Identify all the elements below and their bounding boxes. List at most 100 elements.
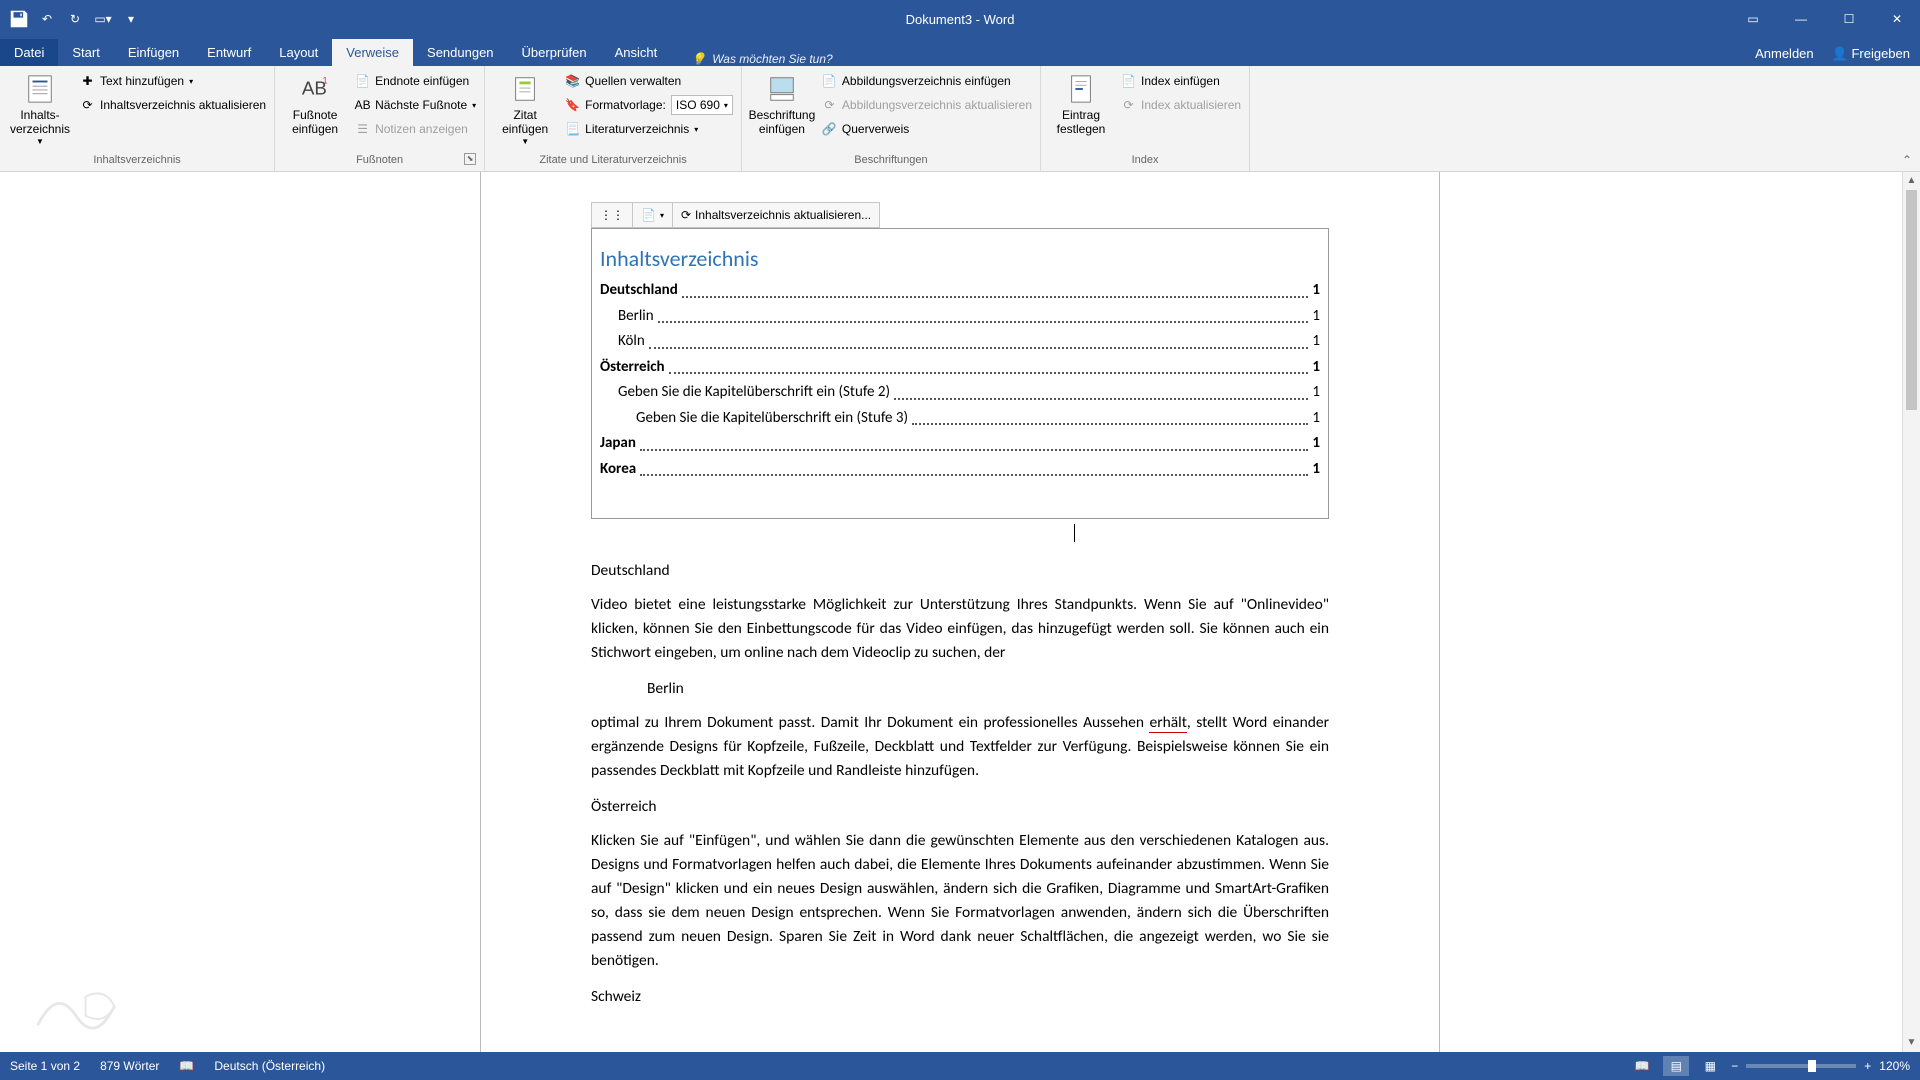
tell-me-search[interactable]: 💡 Was möchten Sie tun?: [691, 52, 832, 66]
toc-entry[interactable]: Österreich1: [600, 355, 1320, 381]
toc-entry[interactable]: Japan1: [600, 431, 1320, 457]
page-icon: 📄: [641, 208, 656, 222]
undo-icon[interactable]: ↶: [36, 8, 58, 30]
toc-entry[interactable]: Köln 1: [600, 329, 1320, 355]
document-page[interactable]: ⋮⋮ 📄▾ ⟳Inhaltsverzeichnis aktualisieren.…: [480, 172, 1440, 1052]
ribbon: Inhalts- verzeichnis ▼ ✚Text hinzufügen …: [0, 66, 1920, 172]
next-footnote-button[interactable]: ABNächste Fußnote ▾: [355, 94, 476, 116]
scroll-up-icon[interactable]: ▲: [1903, 172, 1920, 190]
toc-update-button[interactable]: ⟳Inhaltsverzeichnis aktualisieren...: [673, 203, 879, 227]
ribbon-tabs: Datei Start Einfügen Entwurf Layout Verw…: [0, 38, 1920, 66]
text-cursor: [1074, 524, 1075, 542]
toc-page-number: 1: [1312, 329, 1320, 355]
toc-leader: [912, 406, 1308, 426]
read-mode-button[interactable]: 📖: [1629, 1056, 1655, 1076]
sign-in-link[interactable]: Anmelden: [1755, 46, 1814, 62]
tab-view[interactable]: Ansicht: [601, 39, 672, 66]
add-text-button[interactable]: ✚Text hinzufügen ▾: [80, 70, 266, 92]
group-label: Index: [1049, 151, 1241, 169]
toc-entry-text: Köln: [618, 329, 645, 355]
paragraph: Video bietet eine leistungsstarke Möglic…: [591, 593, 1329, 665]
toc-content-control[interactable]: ⋮⋮ 📄▾ ⟳Inhaltsverzeichnis aktualisieren.…: [591, 228, 1329, 519]
proofing-icon[interactable]: 📖: [179, 1059, 194, 1073]
save-icon[interactable]: [8, 8, 30, 30]
citation-style-select[interactable]: 🔖Formatvorlage: ISO 690▾: [565, 94, 733, 116]
style-combo[interactable]: ISO 690▾: [671, 95, 733, 115]
document-body[interactable]: Deutschland Video bietet eine leistungss…: [591, 559, 1329, 1009]
minimize-button[interactable]: —: [1778, 0, 1824, 38]
scroll-down-icon[interactable]: ▼: [1903, 1034, 1920, 1052]
paragraph: optimal zu Ihrem Dokument passt. Damit I…: [591, 711, 1329, 783]
spelling-error[interactable]: erhält: [1149, 713, 1186, 733]
insert-footnote-button[interactable]: AB1 Fußnote einfügen: [283, 70, 347, 137]
tab-design[interactable]: Entwurf: [193, 39, 265, 66]
zoom-out-button[interactable]: −: [1731, 1059, 1738, 1073]
cross-reference-button[interactable]: 🔗Querverweis: [822, 118, 1032, 140]
crossref-icon: 🔗: [822, 122, 837, 137]
collapse-ribbon-icon[interactable]: ⌃: [1902, 153, 1912, 167]
language-indicator[interactable]: Deutsch (Österreich): [214, 1059, 325, 1073]
mark-entry-button[interactable]: Eintrag festlegen: [1049, 70, 1113, 137]
share-button[interactable]: 👤 Freigeben: [1832, 46, 1910, 62]
update-toc-button[interactable]: ⟳Inhaltsverzeichnis aktualisieren: [80, 94, 266, 116]
web-layout-button[interactable]: ▦: [1697, 1056, 1723, 1076]
word-count[interactable]: 879 Wörter: [100, 1059, 159, 1073]
title-bar: ↶ ↻ ▭▾ ▾ Dokument3 - Word ▭ — ☐ ✕: [0, 0, 1920, 38]
qat-more-icon[interactable]: ▾: [120, 8, 142, 30]
tab-references[interactable]: Verweise: [332, 39, 413, 66]
toc-entry[interactable]: Deutschland1: [600, 278, 1320, 304]
toc-button[interactable]: Inhalts- verzeichnis ▼: [8, 70, 72, 146]
tab-layout[interactable]: Layout: [265, 39, 332, 66]
toc-control-menu[interactable]: 📄▾: [633, 203, 673, 227]
dialog-launcher-icon[interactable]: ⬊: [464, 153, 476, 165]
toc-page-number: 1: [1312, 457, 1320, 483]
toc-page-number: 1: [1312, 406, 1320, 432]
toc-page-number: 1: [1312, 380, 1320, 406]
zoom-in-button[interactable]: +: [1864, 1059, 1871, 1073]
vertical-scrollbar[interactable]: ▲ ▼: [1902, 172, 1920, 1052]
toc-entry[interactable]: Geben Sie die Kapitelüberschrift ein (St…: [600, 406, 1320, 432]
manage-sources-button[interactable]: 📚Quellen verwalten: [565, 70, 733, 92]
caption-icon: [767, 74, 797, 104]
close-button[interactable]: ✕: [1874, 0, 1920, 38]
group-toc: Inhalts- verzeichnis ▼ ✚Text hinzufügen …: [0, 66, 275, 171]
tab-mailings[interactable]: Sendungen: [413, 39, 508, 66]
maximize-button[interactable]: ☐: [1826, 0, 1872, 38]
chevron-down-icon: ▾: [472, 101, 476, 110]
next-footnote-icon: AB: [355, 98, 370, 113]
update-index-button: ⟳Index aktualisieren: [1121, 94, 1241, 116]
group-label: Zitate und Literaturverzeichnis: [493, 151, 733, 169]
refresh-icon: ⟳: [681, 208, 691, 222]
insert-index-button[interactable]: 📄Index einfügen: [1121, 70, 1241, 92]
toc-leader: [640, 457, 1308, 477]
toc-entry[interactable]: Korea1: [600, 457, 1320, 483]
zoom-level[interactable]: 120%: [1879, 1059, 1910, 1073]
toc-entry[interactable]: Berlin1: [600, 304, 1320, 330]
toc-page-number: 1: [1312, 431, 1320, 457]
tab-insert[interactable]: Einfügen: [114, 39, 193, 66]
touch-mode-icon[interactable]: ▭▾: [92, 8, 114, 30]
bibliography-button[interactable]: 📃Literaturverzeichnis ▾: [565, 118, 733, 140]
toc-box: Inhaltsverzeichnis Deutschland1Berlin1Kö…: [591, 228, 1329, 519]
refresh-icon: ⟳: [1121, 98, 1136, 113]
toc-entry[interactable]: Geben Sie die Kapitelüberschrift ein (St…: [600, 380, 1320, 406]
endnote-icon: 📄: [355, 74, 370, 89]
insert-figures-index-button[interactable]: 📄Abbildungsverzeichnis einfügen: [822, 70, 1032, 92]
print-layout-button[interactable]: ▤: [1663, 1056, 1689, 1076]
insert-caption-button[interactable]: Beschriftung einfügen: [750, 70, 814, 137]
toc-control-handle[interactable]: ⋮⋮: [592, 203, 633, 227]
tab-start[interactable]: Start: [58, 39, 113, 66]
ribbon-display-options-icon[interactable]: ▭: [1730, 0, 1776, 38]
tab-review[interactable]: Überprüfen: [508, 39, 601, 66]
zoom-slider[interactable]: [1746, 1064, 1856, 1068]
redo-icon[interactable]: ↻: [64, 8, 86, 30]
page-indicator[interactable]: Seite 1 von 2: [10, 1059, 80, 1073]
toc-page-number: 1: [1312, 355, 1320, 381]
insert-endnote-button[interactable]: 📄Endnote einfügen: [355, 70, 476, 92]
group-label: Beschriftungen: [750, 151, 1032, 169]
chevron-down-icon: ▾: [189, 77, 193, 86]
insert-citation-button[interactable]: Zitat einfügen ▼: [493, 70, 557, 146]
scroll-thumb[interactable]: [1906, 190, 1917, 410]
tab-file[interactable]: Datei: [0, 39, 58, 66]
lightbulb-icon: 💡: [691, 52, 706, 66]
